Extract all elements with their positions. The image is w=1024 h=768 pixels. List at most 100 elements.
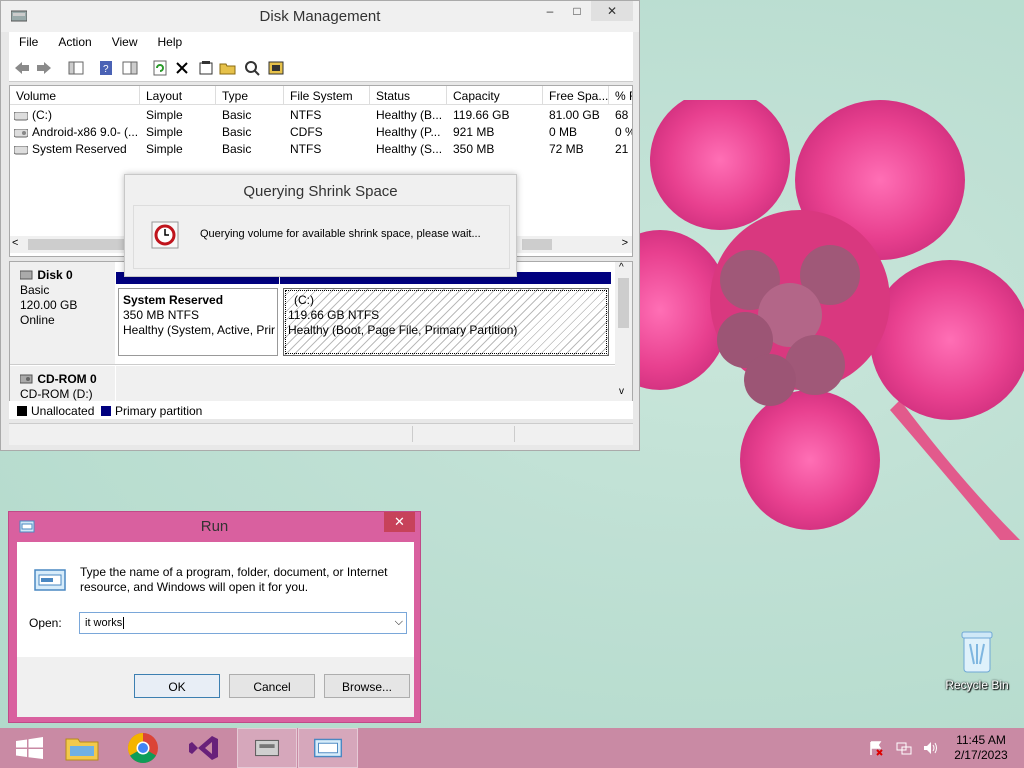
col-type[interactable]: Type <box>216 86 284 105</box>
recycle-bin[interactable]: Recycle Bin <box>942 630 1012 692</box>
querying-shrink-space-dialog: Querying Shrink Space Querying volume fo… <box>124 174 517 277</box>
scroll-thumb-right <box>522 239 552 250</box>
run-title: Run <box>200 518 229 535</box>
console-tree-icon[interactable] <box>67 59 85 77</box>
cell-free-space: 0 MB <box>549 125 578 139</box>
delete-icon[interactable] <box>173 59 191 77</box>
menu-file[interactable]: File <box>9 32 48 49</box>
disk-divider <box>10 364 616 365</box>
cell-file-system: CDFS <box>290 125 323 139</box>
scroll-thumb[interactable] <box>28 239 128 250</box>
table-row[interactable]: (C:) Simple Basic NTFS Healthy (B... 119… <box>10 106 632 123</box>
dm-toolbar: ? <box>9 54 633 82</box>
taskbar: 11:45 AM 2/17/2023 <box>0 728 1024 768</box>
col-capacity[interactable]: Capacity <box>447 86 543 105</box>
ok-button[interactable]: OK <box>134 674 220 698</box>
scroll-left-icon[interactable]: < <box>12 237 18 249</box>
menu-help[interactable]: Help <box>148 32 193 49</box>
volume-icon[interactable] <box>922 740 938 756</box>
vscroll-thumb[interactable] <box>618 278 629 328</box>
status-bar <box>9 423 633 445</box>
legend-primary: Primary partition <box>115 404 203 418</box>
legend-unallocated: Unallocated <box>31 404 95 418</box>
volume-list-header: Volume Layout Type File System Status Ca… <box>10 86 632 105</box>
drive-icon <box>14 106 30 123</box>
partition-size: 119.66 GB NTFS <box>288 308 380 322</box>
cdrom0-sub: CD-ROM (D:) <box>20 387 93 401</box>
partition-name: System Reserved <box>123 293 224 307</box>
open-input[interactable]: it works ⌵ <box>79 612 407 634</box>
recycle-bin-label: Recycle Bin <box>945 678 1009 692</box>
drive-icon <box>14 140 30 157</box>
partition-status: Healthy (Boot, Page File, Primary Partit… <box>288 323 518 337</box>
run-footer: OK Cancel Browse... <box>17 657 414 717</box>
search-icon[interactable] <box>243 59 261 77</box>
minimize-button[interactable]: – <box>538 1 562 21</box>
menu-view[interactable]: View <box>102 32 148 49</box>
disk0-size: 120.00 GB <box>20 298 78 312</box>
col-volume[interactable]: Volume <box>10 86 140 105</box>
help-icon[interactable]: ? <box>97 59 115 77</box>
network-icon[interactable] <box>896 740 912 756</box>
back-arrow-icon[interactable] <box>13 59 31 77</box>
cdrom-icon <box>19 374 33 384</box>
col-file-system[interactable]: File System <box>284 86 370 105</box>
partition-status: Healthy (System, Active, Prir <box>123 323 276 337</box>
cell-volume: System Reserved <box>32 142 127 156</box>
col-status[interactable]: Status <box>370 86 447 105</box>
scroll-right-icon[interactable]: > <box>622 237 628 249</box>
cell-layout: Simple <box>146 108 183 122</box>
cell-free-space: 81.00 GB <box>549 108 600 122</box>
partition-system-reserved[interactable]: System Reserved 350 MB NTFS Healthy (Sys… <box>118 288 278 356</box>
cdrom-area <box>116 366 616 402</box>
vertical-scrollbar[interactable]: ^ v <box>615 262 632 402</box>
cell-file-system: NTFS <box>290 108 322 122</box>
dm-menubar: File Action View Help <box>9 32 633 54</box>
open-folder-icon[interactable] <box>219 59 237 77</box>
dm-titlebar[interactable]: Disk Management – □ ✕ <box>1 1 639 32</box>
cell-type: Basic <box>222 125 252 139</box>
flower-wallpaper <box>600 100 1024 540</box>
run-dialog: Run ✕ Type the name of a program, folder… <box>8 511 421 723</box>
partition-c-drive[interactable]: (C:) 119.66 GB NTFS Healthy (Boot, Page … <box>283 288 609 356</box>
recycle-bin-icon <box>960 630 994 674</box>
cdrom0-label[interactable]: CD-ROM 0 CD-ROM (D:) <box>10 366 115 402</box>
disk0-name: Disk 0 <box>37 268 73 282</box>
menu-action[interactable]: Action <box>48 32 101 49</box>
run-close-button[interactable]: ✕ <box>384 512 415 532</box>
scroll-up-icon[interactable]: ^ <box>619 262 624 273</box>
cell-status: Healthy (S... <box>376 142 443 156</box>
disk0-label[interactable]: Disk 0 Basic 120.00 GB Online <box>10 262 115 364</box>
table-row[interactable]: Android-x86 9.0- (... Simple Basic CDFS … <box>10 123 632 140</box>
action-center-flag-icon[interactable] <box>868 740 884 756</box>
col-layout[interactable]: Layout <box>140 86 216 105</box>
scroll-down-icon[interactable]: v <box>619 386 624 397</box>
unallocated-swatch <box>17 406 27 416</box>
run-body: Type the name of a program, folder, docu… <box>17 542 414 657</box>
disk-management-task-icon[interactable] <box>237 728 297 768</box>
table-row[interactable]: System Reserved Simple Basic NTFS Health… <box>10 140 632 157</box>
browse-button[interactable]: Browse... <box>324 674 410 698</box>
visual-studio-icon[interactable] <box>174 728 234 768</box>
disk-settings-icon[interactable] <box>267 59 285 77</box>
close-button[interactable]: ✕ <box>591 1 633 21</box>
col-percent-free[interactable]: % F <box>609 86 632 105</box>
file-explorer-icon[interactable] <box>52 728 112 768</box>
cell-free-space: 72 MB <box>549 142 584 156</box>
forward-arrow-icon[interactable] <box>35 59 53 77</box>
cell-capacity: 921 MB <box>453 125 495 139</box>
maximize-button[interactable]: □ <box>565 1 589 21</box>
chevron-down-icon[interactable]: ⌵ <box>395 616 403 629</box>
disk-graphical-view: Disk 0 Basic 120.00 GB Online System Res… <box>9 261 633 419</box>
query-message: Querying volume for available shrink spa… <box>200 228 481 240</box>
taskbar-clock[interactable]: 11:45 AM 2/17/2023 <box>948 733 1014 763</box>
cancel-button[interactable]: Cancel <box>229 674 315 698</box>
cell-capacity: 119.66 GB <box>453 108 510 122</box>
refresh-icon[interactable] <box>151 59 169 77</box>
col-free-space[interactable]: Free Spa... <box>543 86 609 105</box>
windows-start-icon[interactable] <box>0 728 60 768</box>
run-task-icon[interactable] <box>298 728 358 768</box>
properties-icon[interactable] <box>197 59 215 77</box>
properties-pane-icon[interactable] <box>121 59 139 77</box>
chrome-icon[interactable] <box>113 728 173 768</box>
